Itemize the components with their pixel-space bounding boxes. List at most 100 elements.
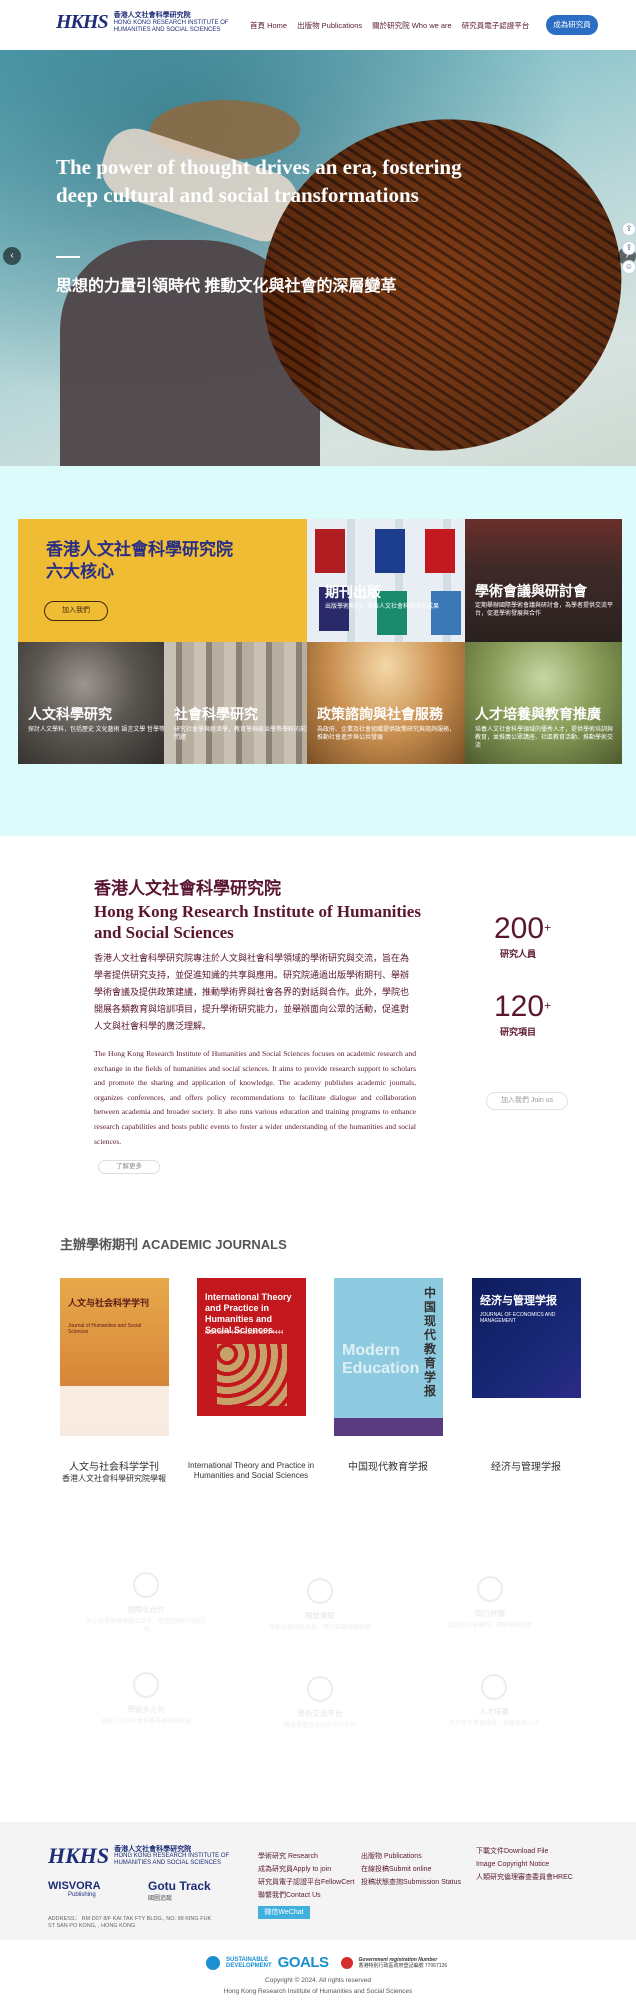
feature-desc: 嚴謹的評審機制，確保學術質量 (447, 1623, 532, 1629)
core-tile-policy[interactable]: 政策諮詢與社會服務 為政府、企業及社會組織提供政策研究與諮詢服務，推動社會進步與… (307, 642, 465, 764)
core-tile-title: 人文科學研究 (28, 706, 112, 722)
core-tile-talent[interactable]: 人才培養與教育推廣 培養人文社會科學領域的優秀人才，提供學術培訓與教育，並推廣公… (465, 642, 622, 764)
hk-emblem-icon (340, 1956, 353, 1969)
hero-banner: The power of thought drives an era, fost… (0, 50, 636, 466)
hero-prev-arrow-icon[interactable]: ‹ (3, 247, 21, 265)
book-thumbnail (315, 529, 345, 573)
gotu-track-logo[interactable]: Gotu Track 國圖追蹤 (148, 1879, 211, 1902)
about-title-en: Hong Kong Research Institute of Humaniti… (94, 902, 421, 942)
journal-caption[interactable]: International Theory and Practice in Hum… (181, 1461, 321, 1481)
share-icon[interactable]: ⇪ (622, 222, 636, 236)
join-us-outline-button[interactable]: 加入我們 Join us (486, 1092, 568, 1110)
journal-cover-title: 人文与社会科学学刊 (68, 1298, 150, 1308)
core-tile-journals[interactable]: 期刊出版 出版學術期刊，發表人文社會科學研究成果 (307, 519, 465, 642)
feature-item: 國際化合作 與全球學術機構建立合作，促進跨國研究與交流 (86, 1572, 206, 1634)
core-tile-social-science[interactable]: 社會科學研究 研究社會學與經濟學，教育學與政治學等學科的前沿問題 (164, 642, 307, 764)
hero-title: The power of thought drives an era, fost… (56, 155, 462, 207)
feature-desc: 與全球學術機構建立合作，促進跨國研究與交流 (86, 1619, 207, 1633)
about-body-en: The Hong Kong Research Institute of Huma… (94, 1049, 416, 1146)
footer-address: ADDRESS： RM D07 8/F KAI TAK FTY BLDG., N… (48, 1916, 212, 1929)
footer-link-contact[interactable]: 聯繫我們Contact Us (258, 1889, 354, 1902)
footer-link-apply[interactable]: 成為研究員Apply to join (258, 1863, 354, 1876)
page: HKHS 香港人文社會科學研究院 HONG KONG RESEARCH INST… (0, 0, 636, 2005)
join-us-button[interactable]: 加入我們 (44, 601, 108, 621)
core-tile-title: 學術會議與研討會 (475, 583, 587, 599)
footer-link-copyright[interactable]: Image Copyright Notice (476, 1858, 573, 1871)
sdg-line2: DEVELOPMENT (226, 1962, 272, 1969)
core-tile-title: 期刊出版 (325, 584, 381, 600)
share-alt-icon[interactable]: ⇪ (622, 241, 636, 255)
sdg-text: SUSTAINABLE DEVELOPMENT (226, 1957, 272, 1969)
logo-mark: HKHS (56, 11, 109, 33)
feature-item: 人才培養 支持青年學者成長，培養學術人才 (434, 1674, 554, 1728)
nav-who-we-are[interactable]: 關於研究院 Who we are (372, 20, 452, 31)
feature-icon (133, 1572, 159, 1598)
journal-cover-footer (334, 1418, 443, 1436)
smile-icon[interactable]: ☺ (622, 260, 636, 274)
feature-item: 學術多元化 涵蓋人文與社會科學多個學科領域 (86, 1672, 206, 1726)
footer-link-download[interactable]: 下載文件Download File (476, 1845, 573, 1858)
footer-link-hrec[interactable]: 人類研究倫理審查委員會HREC (476, 1871, 573, 1884)
sdg-goals: GOALS (277, 1954, 329, 1971)
book-thumbnail (431, 591, 461, 635)
journal-caption-subtitle: 香港人文社會科學研究院學報 (62, 1474, 166, 1483)
journal-cover[interactable]: 人文与社会科学学刊 Journal of Humanities and Soci… (60, 1278, 169, 1436)
feature-title: 學術交流平台 (297, 1709, 343, 1718)
core-tile-desc: 為政府、企業及社會組織提供政策研究與諮詢服務，推動社會進步與公共發展 (317, 727, 456, 741)
feature-icon (133, 1672, 159, 1698)
footer-link-research[interactable]: 學術研究 Research (258, 1850, 354, 1863)
journal-caption[interactable]: 中国现代教育学报 (318, 1462, 458, 1473)
feature-desc: 搭建學者交流與合作的平台 (283, 1723, 356, 1729)
wechat-button[interactable]: 微信WeChat (258, 1906, 310, 1919)
footer-logo-en1: HONG KONG RESEARCH INSTITUTE OF (114, 1852, 230, 1859)
side-toolbar: ⇪ ⇪ ☺ (622, 222, 636, 274)
footer-logo[interactable]: HKHS 香港人文社會科學研究院 HONG KONG RESEARCH INST… (48, 1843, 229, 1869)
journal-caption-title: 人文与社会科学学刊 (69, 1462, 159, 1473)
stat-label: 研究人員 (500, 949, 537, 959)
gov-registration-number: 香港特別行政區政府登記編號 77067126 (358, 1962, 448, 1969)
footer-link-submit[interactable]: 在線投稿Submit online (361, 1863, 461, 1876)
core-tile-conferences[interactable]: 學術會議與研討會 定期舉辦國際學術會議與研討會，為學者提供交流平台，促進學術發展… (465, 519, 622, 642)
journal-cover[interactable]: International Theory and Practice in Hum… (197, 1278, 306, 1436)
wisvora-logo[interactable]: WISVORA Publishing (48, 1880, 101, 1898)
gov-registration-title: Government registration Number (358, 1956, 438, 1963)
six-cores-intro: 香港人文社會科學研究院 六大核心 加入我們 (18, 519, 307, 642)
footer-link-fellowcert[interactable]: 研究員電子認證平台FellowCert (258, 1876, 354, 1889)
gotu-name: Gotu Track (148, 1879, 211, 1893)
wisvora-name: WISVORA (48, 1880, 101, 1892)
nav-publications[interactable]: 出版物 Publications (297, 20, 362, 31)
journal-cover[interactable]: 经济与管理学报 JOURNAL OF ECONOMICS AND MANAGEM… (472, 1278, 581, 1436)
stat-number: 200 (494, 912, 545, 945)
logo-cn: 香港人文社會科學研究院 (113, 11, 191, 19)
book-thumbnail (375, 529, 405, 573)
journal-caption[interactable]: 经济与管理学报 (456, 1462, 596, 1473)
feature-desc: 涵蓋人文與社會科學多個學科領域 (100, 1719, 191, 1725)
feature-icon (307, 1676, 333, 1702)
copyright-text: Copyright © 2024. All rights reserved (265, 1977, 371, 1984)
footer-logo-text: 香港人文社會科學研究院 HONG KONG RESEARCH INSTITUTE… (114, 1846, 229, 1867)
core-tile-desc: 研究社會學與經濟學，教育學與政治學等學科的前沿問題 (174, 727, 307, 741)
feature-title: 國際化合作 (127, 1605, 165, 1614)
six-cores-title-line2: 六大核心 (46, 562, 114, 581)
footer-link-publications[interactable]: 出版物 Publications (361, 1850, 461, 1863)
journal-caption-title: 经济与管理学报 (491, 1462, 561, 1473)
journal-cover-subtitle: ISSN 3079-4479 eISSN 3079-4444 (205, 1330, 284, 1336)
footer-link-status[interactable]: 投稿狀態查詢Submission Status (361, 1876, 461, 1889)
core-tile-humanities[interactable]: 人文科學研究 探討人文學科，包括歷史 文化藝術 語言文學 哲學等 (18, 642, 164, 764)
footer-links-col1: 學術研究 Research 成為研究員Apply to join 研究員電子認證… (258, 1850, 354, 1902)
journal-cover[interactable]: 中国现代教育学报 Modern Education (334, 1278, 443, 1436)
journal-caption-title: 中国现代教育学报 (348, 1462, 428, 1473)
learn-more-button[interactable]: 了解更多 (98, 1160, 160, 1174)
nav-fellow-cert[interactable]: 研究員電子認證平台 (462, 20, 530, 31)
footer-links-col3: 下載文件Download File Image Copyright Notice… (476, 1845, 573, 1884)
stat-projects: 120+ 研究項目 (494, 990, 551, 1038)
core-tile-desc: 定期舉辦國際學術會議與研討會，為學者提供交流平台，促進學術發展與合作 (475, 603, 614, 617)
journal-cover-footer (197, 1416, 306, 1436)
journal-caption[interactable]: 人文与社会科学学刊 香港人文社會科學研究院學報 (44, 1462, 184, 1484)
site-logo[interactable]: HKHS 香港人文社會科學研究院 HONG KONG RESEARCH INST… (56, 11, 229, 34)
stat-number: 120 (494, 990, 545, 1023)
hero-divider (56, 256, 80, 258)
hero-subtitle: 思想的力量引領時代 推動文化與社會的深層變革 (56, 278, 397, 295)
become-fellow-button[interactable]: 成為研究員 (546, 15, 598, 35)
nav-home[interactable]: 首頁 Home (250, 20, 287, 31)
